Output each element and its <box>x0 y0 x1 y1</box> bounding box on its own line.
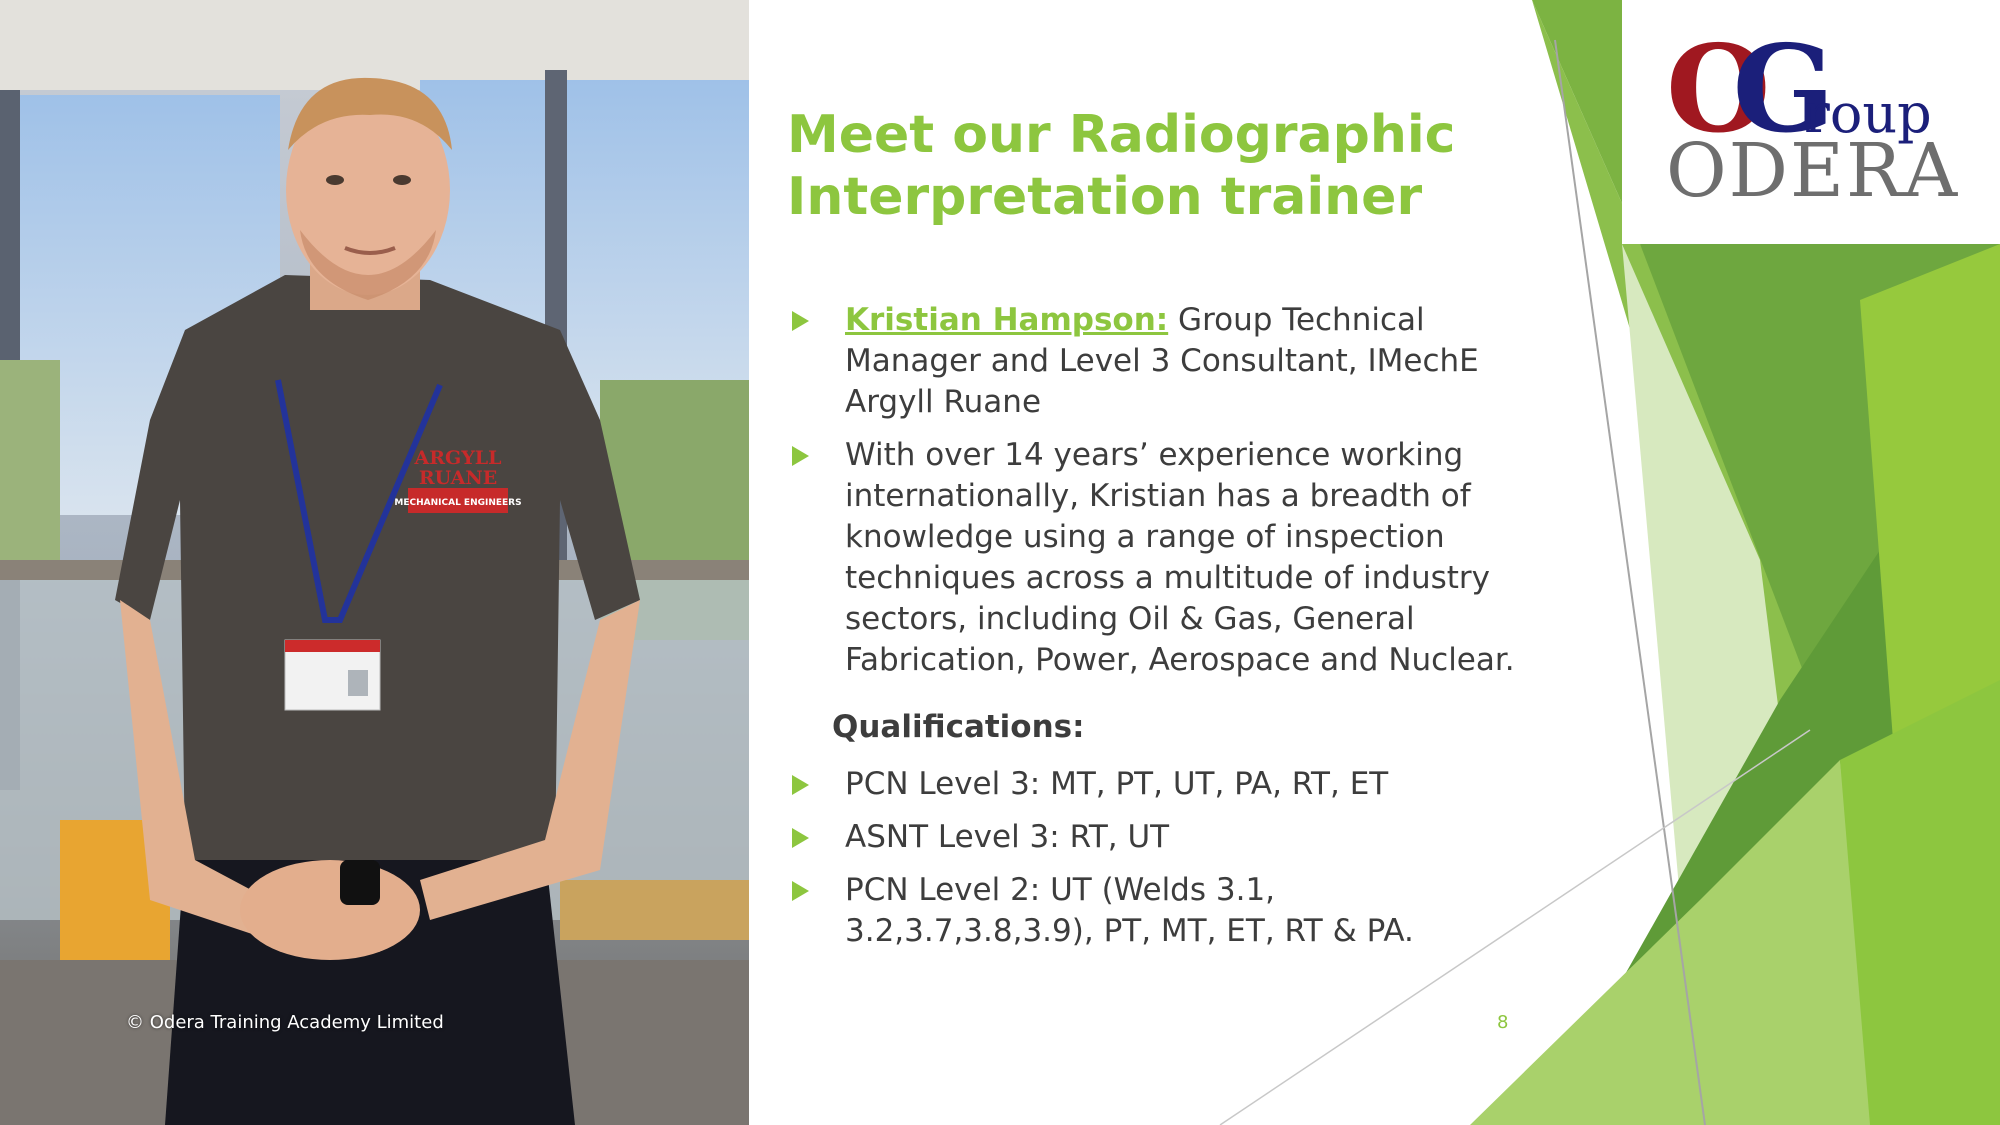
trainer-experience: With over 14 years’ experience working i… <box>845 437 1515 678</box>
qualification-text: PCN Level 3: MT, PT, UT, PA, RT, ET <box>845 766 1389 802</box>
triangle-bullet-icon <box>792 446 809 466</box>
deco-shape <box>1470 760 1880 1125</box>
shirt-logo-text-2: RUANE <box>419 467 497 489</box>
bio-list: Kristian Hampson: Group Technical Manage… <box>787 300 1527 693</box>
deco-shape <box>1540 480 2000 1125</box>
shirt-logo-text-3: MECHANICAL ENGINEERS <box>394 498 521 508</box>
triangle-bullet-icon <box>792 775 809 795</box>
copyright-notice: © Odera Training Academy Limited <box>126 1012 444 1033</box>
qualification-text: ASNT Level 3: RT, UT <box>845 819 1170 855</box>
deco-shape <box>1622 244 1830 1125</box>
trainer-name-link[interactable]: Kristian Hampson: <box>845 302 1168 338</box>
list-item: PCN Level 3: MT, PT, UT, PA, RT, ET <box>787 764 1527 805</box>
list-item: Kristian Hampson: Group Technical Manage… <box>787 300 1527 423</box>
deco-shape <box>1840 680 2000 1125</box>
triangle-bullet-icon <box>792 828 809 848</box>
qualifications-heading: Qualifications: <box>832 709 1085 745</box>
page-number: 8 <box>1497 1012 1509 1033</box>
shirt-logo-text-1: ARGYLL <box>413 447 501 469</box>
odera-group-logo: OG roup ODERA <box>1622 0 2000 244</box>
qualifications-list: PCN Level 3: MT, PT, UT, PA, RT, ET ASNT… <box>787 764 1527 964</box>
list-item: ASNT Level 3: RT, UT <box>787 817 1527 858</box>
triangle-bullet-icon <box>792 881 809 901</box>
list-item: With over 14 years’ experience working i… <box>787 435 1527 681</box>
triangle-bullet-icon <box>792 311 809 331</box>
qualification-text: PCN Level 2: UT (Welds 3.1, 3.2,3.7,3.8,… <box>845 872 1414 949</box>
deco-shape <box>1860 244 2000 900</box>
trainer-photo: ARGYLL RUANE MECHANICAL ENGINEERS © Oder… <box>0 0 749 1125</box>
list-item: PCN Level 2: UT (Welds 3.1, 3.2,3.7,3.8,… <box>787 870 1527 952</box>
logo-odera-text: ODERA <box>1666 128 1960 214</box>
slide: ARGYLL RUANE MECHANICAL ENGINEERS © Oder… <box>0 0 2000 1125</box>
trainer-photo-illustration: ARGYLL RUANE MECHANICAL ENGINEERS <box>0 0 749 1125</box>
deco-shape <box>1640 244 2000 1125</box>
slide-title: Meet our Radiographic Interpretation tra… <box>787 105 1456 227</box>
